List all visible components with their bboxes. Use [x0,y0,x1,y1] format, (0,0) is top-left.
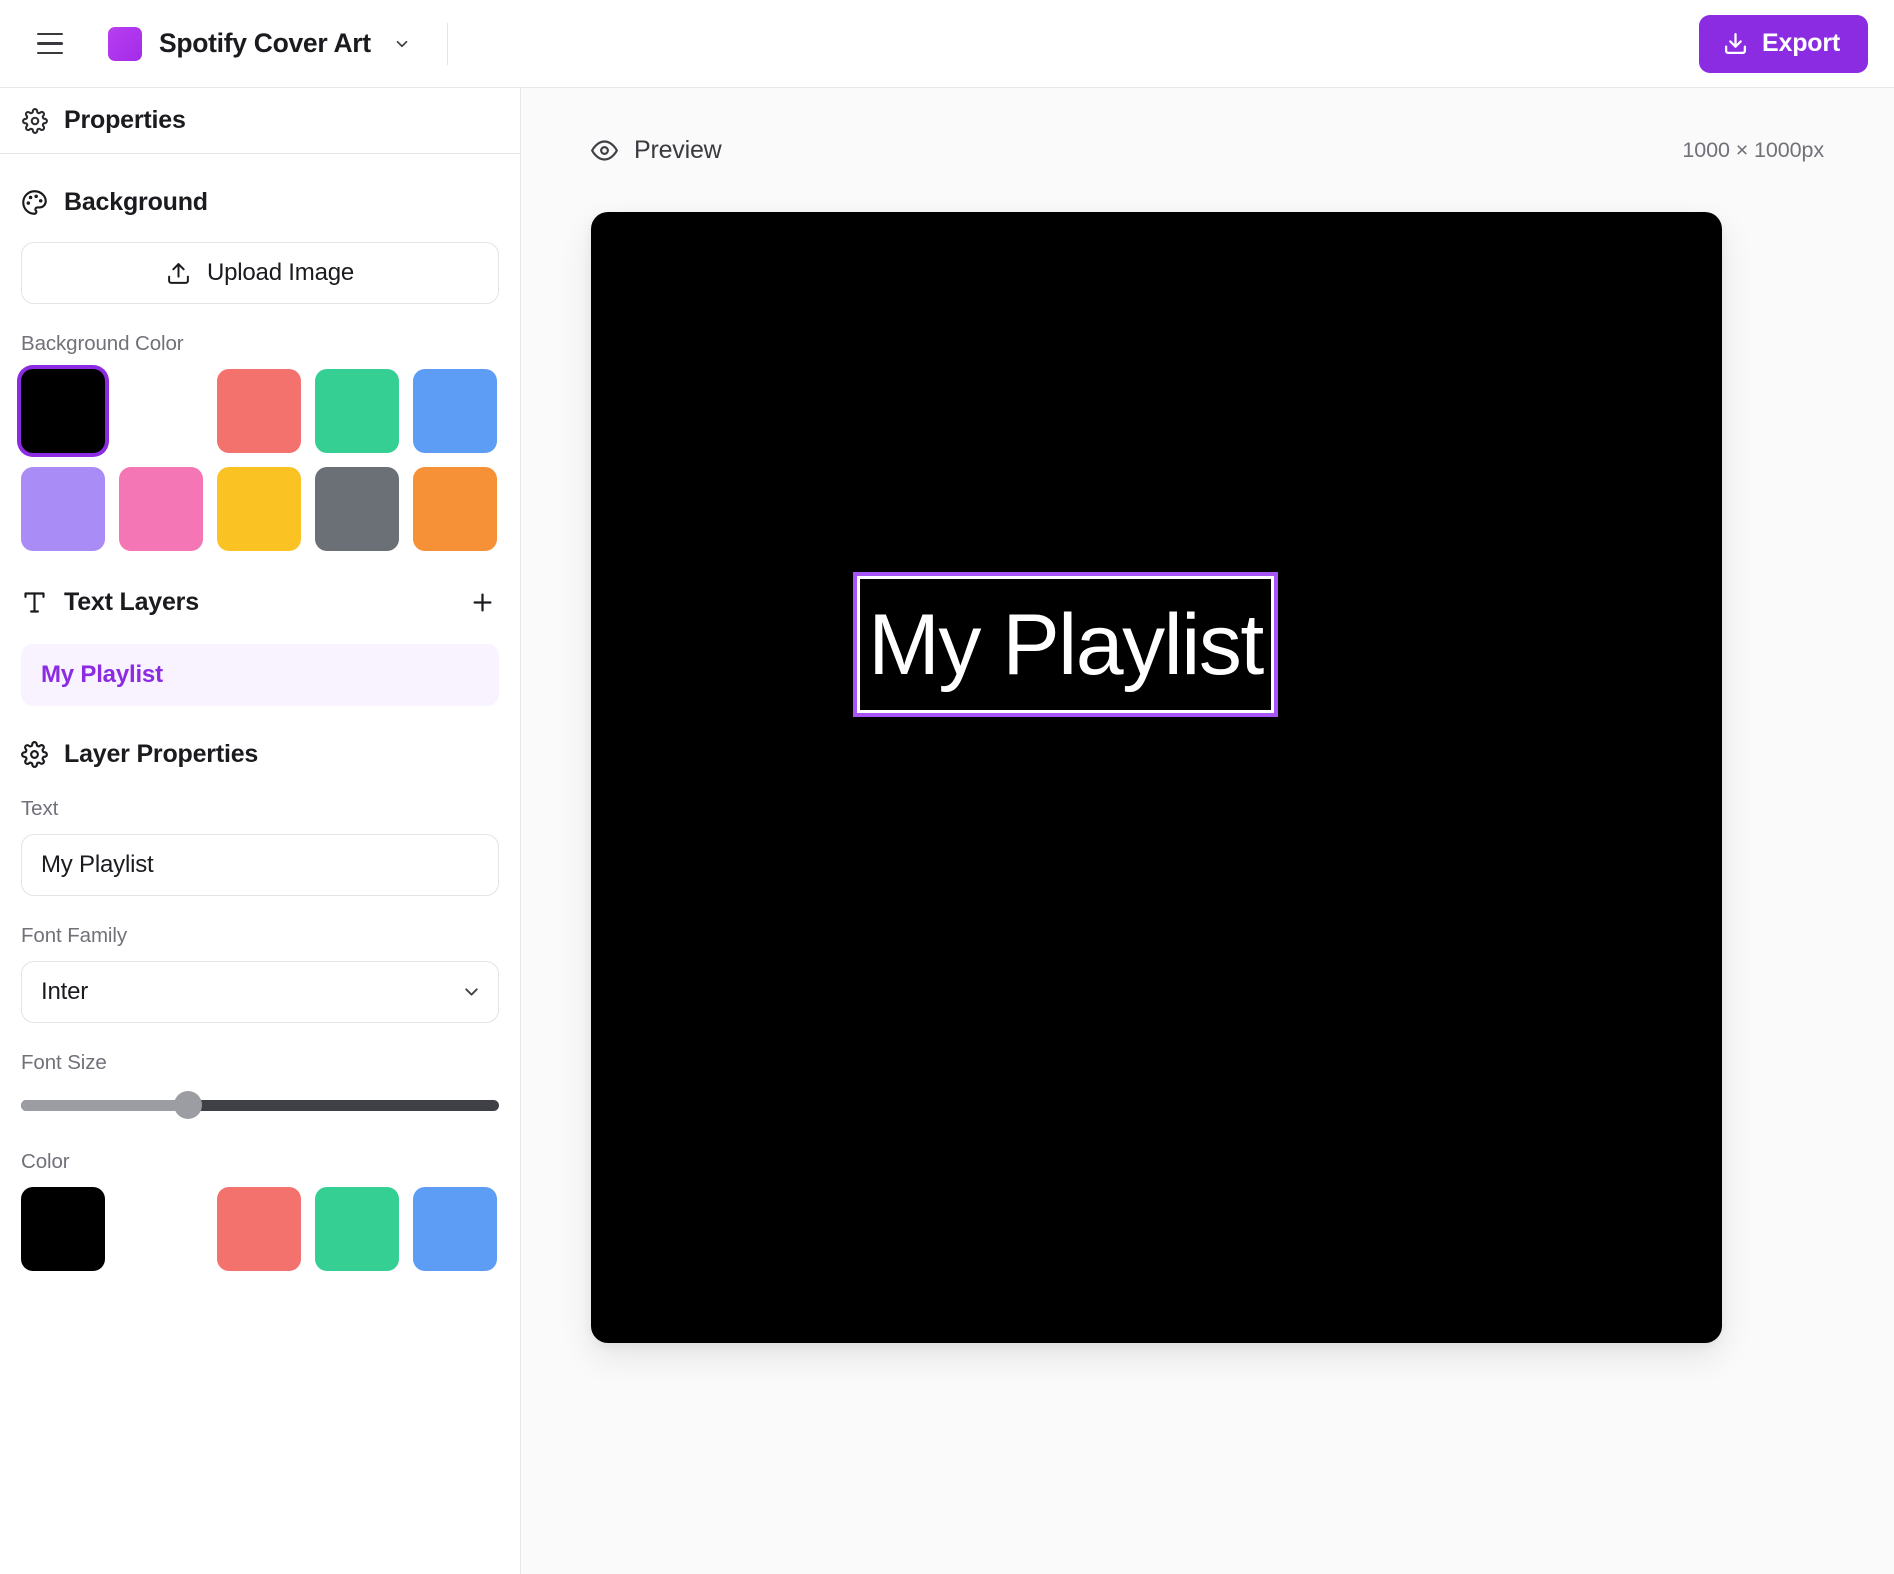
upload-image-label: Upload Image [206,259,355,286]
preview-area: Preview 1000 × 1000px My Playlist [521,88,1894,1574]
background-color-swatch-3[interactable] [315,369,399,453]
selected-text-layer-handle[interactable]: My Playlist [853,572,1278,717]
preview-header-left: Preview [591,136,722,165]
text-layer-item-0[interactable]: My Playlist [21,644,499,706]
hamburger-line [37,51,63,55]
text-layers-section-header: Text Layers [21,585,499,619]
background-color-swatch-6[interactable] [119,467,203,551]
app-root: Spotify Cover Art Export Properties Back… [0,0,1894,1574]
properties-panel-header: Properties [0,88,520,154]
font-family-label: Font Family [21,924,127,947]
toolbar-divider [446,22,448,65]
add-text-layer-button[interactable] [465,585,499,619]
background-section-title: Background [64,188,208,216]
properties-sidebar: Properties Background Upload Image Backg… [0,88,521,1574]
background-color-swatch-4[interactable] [413,369,497,453]
export-button[interactable]: Export [1699,14,1868,73]
plus-icon [473,593,491,611]
text-color-swatch-1[interactable] [119,1187,203,1271]
canvas-wrapper: My Playlist [591,212,1722,1343]
text-color-swatch-3[interactable] [315,1187,399,1271]
text-color-swatches [21,1187,499,1271]
project-title: Spotify Cover Art [159,28,371,58]
background-color-swatch-5[interactable] [21,467,105,551]
background-color-swatch-1[interactable] [119,369,203,453]
text-type-icon [24,591,45,613]
text-color-label: Color [21,1150,70,1173]
font-family-select[interactable]: Inter [21,961,499,1023]
cover-art-canvas[interactable]: My Playlist [591,212,1722,1343]
chevron-down-icon [396,40,408,47]
export-button-label: Export [1762,29,1840,57]
background-color-swatch-2[interactable] [217,369,301,453]
text-color-swatch-2[interactable] [217,1187,301,1271]
font-size-slider[interactable] [21,1088,499,1122]
text-color-swatch-0[interactable] [21,1187,105,1271]
layer-text-input[interactable] [21,834,499,896]
top-bar: Spotify Cover Art Export [0,0,1894,88]
slider-fill [21,1099,189,1111]
background-section-header: Background [21,188,499,217]
font-size-label: Font Size [21,1051,107,1074]
brand-selector[interactable]: Spotify Cover Art [108,26,411,61]
layer-properties-section-header: Layer Properties [21,740,499,769]
layer-properties-section-title: Layer Properties [64,740,259,768]
background-color-swatch-7[interactable] [217,467,301,551]
font-family-select-wrap: Inter [21,961,499,1023]
background-color-swatch-0[interactable] [21,369,105,453]
background-color-swatches [21,369,499,551]
preview-title: Preview [634,135,722,164]
hamburger-menu-icon[interactable] [28,22,72,66]
preview-header: Preview 1000 × 1000px [591,88,1824,212]
preview-dimensions: 1000 × 1000px [1682,137,1824,162]
gear-icon [21,741,48,768]
text-field-label: Text [21,797,59,820]
background-color-label: Background Color [21,332,184,355]
main-body: Properties Background Upload Image Backg… [0,88,1894,1574]
palette-icon [22,190,47,215]
text-layer-list: My Playlist [21,644,499,706]
slider-thumb[interactable] [174,1091,203,1119]
text-color-swatch-4[interactable] [413,1187,497,1271]
app-logo-icon [108,26,142,61]
hamburger-line [37,42,63,45]
text-layers-section-title: Text Layers [64,587,199,616]
hamburger-line [37,32,63,36]
sidebar-content: Background Upload Image Background Color [0,154,520,1574]
eye-icon [591,139,618,161]
background-color-swatch-9[interactable] [413,467,497,551]
background-color-swatch-8[interactable] [315,467,399,551]
upload-image-button[interactable]: Upload Image [21,242,499,304]
gear-icon [22,107,48,134]
download-icon [1724,32,1747,55]
upload-icon [168,262,189,284]
properties-panel-title: Properties [64,106,186,134]
canvas-text-layer: My Playlist [868,596,1264,693]
